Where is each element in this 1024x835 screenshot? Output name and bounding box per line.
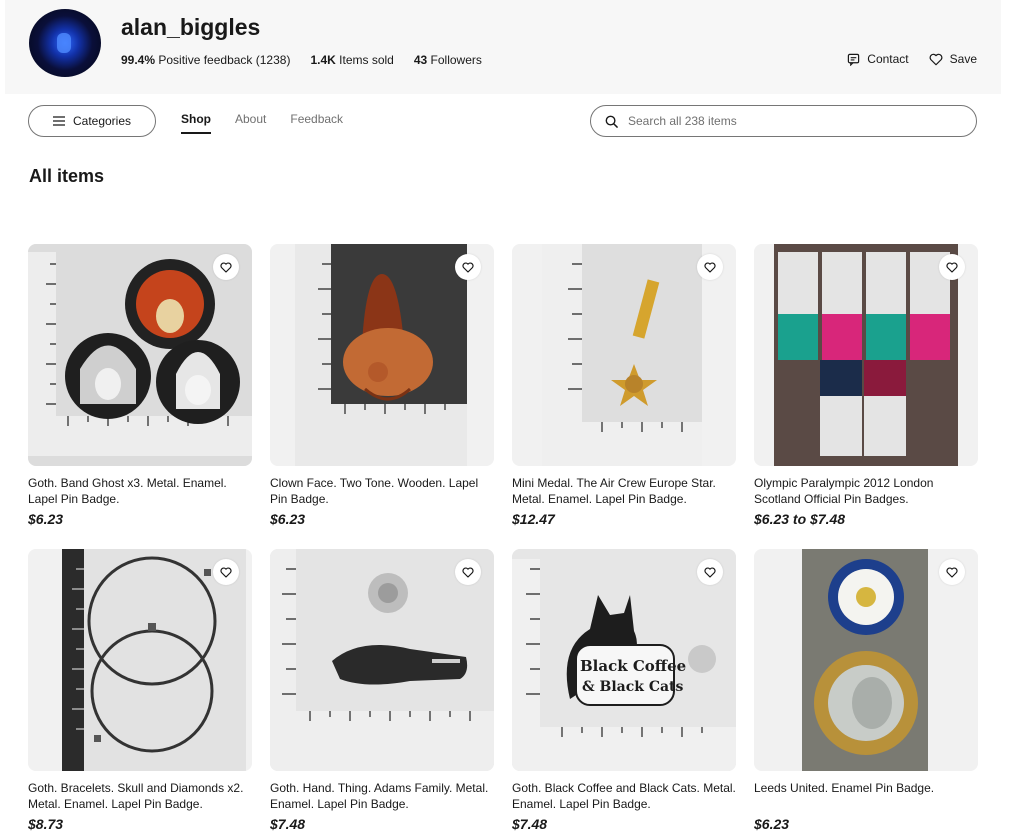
item-card[interactable]: Goth. Band Ghost x3. Metal. Enamel. Lape… [28,244,252,527]
contact-button[interactable]: Contact [847,52,909,66]
item-image[interactable] [512,244,736,466]
save-seller-button[interactable]: Save [929,52,977,66]
heart-icon [929,53,943,65]
seller-avatar[interactable] [29,9,101,77]
item-card[interactable]: Mini Medal. The Air Crew Europe Star. Me… [512,244,736,527]
item-price: $7.48 [512,816,548,832]
item-price: $8.73 [28,816,64,832]
item-card[interactable]: Goth. Hand. Thing. Adams Family. Metal. … [270,549,494,832]
item-image[interactable] [754,549,978,771]
item-card[interactable]: Black Coffee & Black Cats Goth. Black Co… [512,549,736,832]
item-image[interactable] [28,244,252,466]
favorite-button[interactable] [213,254,239,280]
item-title[interactable]: Goth. Black Coffee and Black Cats. Metal… [512,780,736,812]
favorite-button[interactable] [697,559,723,585]
item-title[interactable]: Goth. Band Ghost x3. Metal. Enamel. Lape… [28,475,252,507]
item-card[interactable]: Goth. Bracelets. Skull and Diamonds x2. … [28,549,252,832]
item-title[interactable]: Olympic Paralympic 2012 London Scotland … [754,475,978,507]
heart-icon [946,566,958,578]
heart-icon [220,566,232,578]
item-price: $6.23 [28,511,64,527]
tab-shop[interactable]: Shop [181,112,211,134]
item-price: $6.23 [270,511,306,527]
heart-icon [462,566,474,578]
hamburger-icon [52,116,65,126]
item-image[interactable] [270,244,494,466]
search-input[interactable] [628,114,948,128]
heart-icon [704,261,716,273]
coffee-badge-line2: & Black Cats [582,679,684,695]
item-image[interactable]: Black Coffee & Black Cats [512,549,736,771]
tab-about[interactable]: About [235,112,266,134]
item-image[interactable] [754,244,978,466]
section-title: All items [29,166,105,186]
seller-header: alan_biggles 99.4% Positive feedback (12… [5,0,1001,94]
favorite-button[interactable] [939,254,965,280]
item-title[interactable]: Mini Medal. The Air Crew Europe Star. Me… [512,475,736,507]
item-card[interactable]: Olympic Paralympic 2012 London Scotland … [754,244,978,527]
heart-icon [704,566,716,578]
item-title[interactable]: Goth. Hand. Thing. Adams Family. Metal. … [270,780,494,812]
item-price: $7.48 [270,816,306,832]
item-card[interactable]: Leeds United. Enamel Pin Badge. $6.23 [754,549,978,832]
heart-icon [946,261,958,273]
item-title[interactable]: Leeds United. Enamel Pin Badge. [754,780,978,812]
favorite-button[interactable] [455,254,481,280]
seller-name[interactable]: alan_biggles [121,14,260,41]
header-actions: Contact Save [847,52,977,66]
favorite-button[interactable] [697,254,723,280]
item-price: $12.47 [512,511,555,527]
favorite-button[interactable] [213,559,239,585]
heart-icon [462,261,474,273]
item-title[interactable]: Goth. Bracelets. Skull and Diamonds x2. … [28,780,252,812]
favorite-button[interactable] [939,559,965,585]
favorite-button[interactable] [455,559,481,585]
item-price: $6.23 [754,816,790,832]
search-icon [605,115,618,128]
message-icon [848,53,860,66]
heart-icon [220,261,232,273]
feedback-stat[interactable]: 99.4% Positive feedback (1238) [121,53,290,67]
followers-stat: 43 Followers [413,53,482,67]
categories-button[interactable]: Categories [28,105,156,137]
item-title[interactable]: Clown Face. Two Tone. Wooden. Lapel Pin … [270,475,494,507]
items-sold-stat: 1.4K Items sold [310,53,394,67]
search-box [590,105,977,137]
item-card[interactable]: Clown Face. Two Tone. Wooden. Lapel Pin … [270,244,494,527]
shop-tabs: Shop About Feedback [181,112,343,134]
seller-stats: 99.4% Positive feedback (1238) 1.4K Item… [121,53,482,67]
item-image[interactable] [270,549,494,771]
item-price: $6.23 to $7.48 [754,511,846,527]
tab-feedback[interactable]: Feedback [290,112,343,134]
item-image[interactable] [28,549,252,771]
coffee-badge-line1: Black Coffee [580,657,686,675]
